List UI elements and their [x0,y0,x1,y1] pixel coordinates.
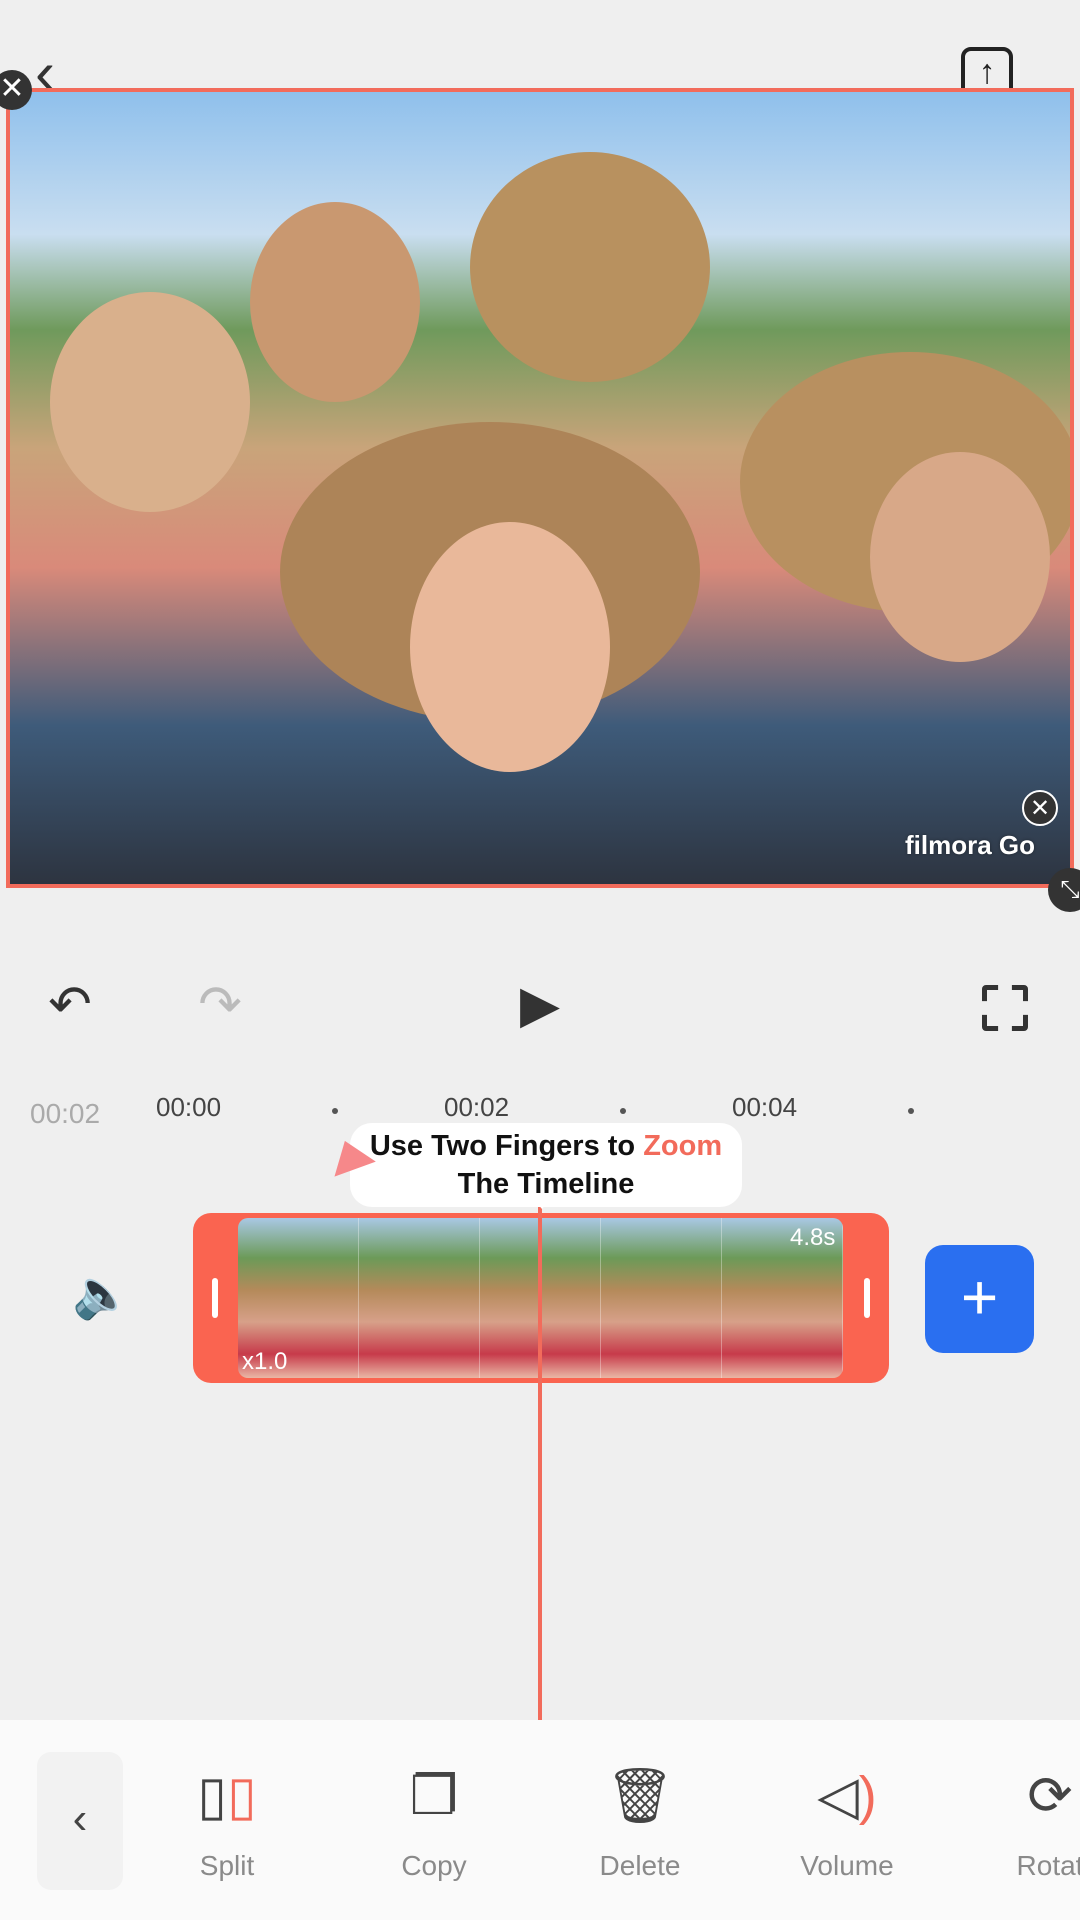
playhead[interactable] [538,1205,542,1720]
ruler-tick: 00:04 [732,1092,798,1122]
ruler-dot [620,1108,626,1114]
current-time: 00:02 [30,1098,101,1129]
split-button[interactable]: ▯▯ Split [147,1760,307,1882]
undo-button[interactable]: ↶ [40,975,100,1035]
tool-label: Volume [800,1850,894,1881]
watermark-close-button[interactable]: ✕ [1022,790,1058,826]
clip-left-handle[interactable] [212,1278,218,1318]
rotate-button[interactable]: ⟳ Rotat [970,1760,1080,1882]
tooltip-text: Use Two Fingers to [369,1130,644,1162]
ruler-tick: 00:02 [444,1092,510,1122]
resize-handle[interactable]: ⤡ [1048,868,1080,912]
split-icon: ▯▯ [197,1766,257,1826]
tooltip-highlight: Zoom [643,1130,723,1162]
volume-button[interactable]: ◁) Volume [767,1760,927,1882]
add-clip-button[interactable]: + [925,1245,1034,1353]
ruler-tick: 00:00 [156,1092,222,1122]
redo-button[interactable]: ↷ [190,975,250,1035]
clip-duration: 4.8s [790,1224,836,1251]
tool-label: Copy [401,1850,467,1881]
tool-label: Delete [599,1850,681,1881]
tool-label: Split [199,1850,255,1881]
delete-icon: 🗑 [605,1766,675,1826]
tooltip-text: The Timeline [457,1168,635,1200]
clip-right-handle[interactable] [864,1278,870,1318]
volume-icon: ◁) [817,1766,877,1826]
video-preview[interactable] [6,88,1074,888]
toolbar-back-button[interactable]: ‹ [37,1752,123,1890]
ruler-dot [332,1108,338,1114]
fullscreen-button[interactable] [982,985,1028,1031]
ruler-dot [908,1108,914,1114]
zoom-tooltip: Use Two Fingers to Zoom The Timeline [350,1123,742,1209]
copy-icon: ❐ [409,1766,459,1826]
delete-button[interactable]: 🗑 Delete [560,1760,720,1882]
export-upload-icon: ↑ [978,53,996,91]
watermark: filmora Go [905,830,1036,860]
tool-label: Rotat [1016,1850,1080,1881]
copy-button[interactable]: ❐ Copy [354,1760,514,1882]
clip-speed: x1.0 [242,1348,288,1375]
track-volume-button[interactable]: 🔈 [70,1265,134,1322]
play-button[interactable]: ▶ [510,975,570,1035]
bottom-toolbar: ‹ ▯▯ Split ❐ Copy 🗑 Delete ◁) Volume ⟳ Rotat [0,1720,1080,1920]
rotate-icon: ⟳ [1027,1766,1073,1826]
